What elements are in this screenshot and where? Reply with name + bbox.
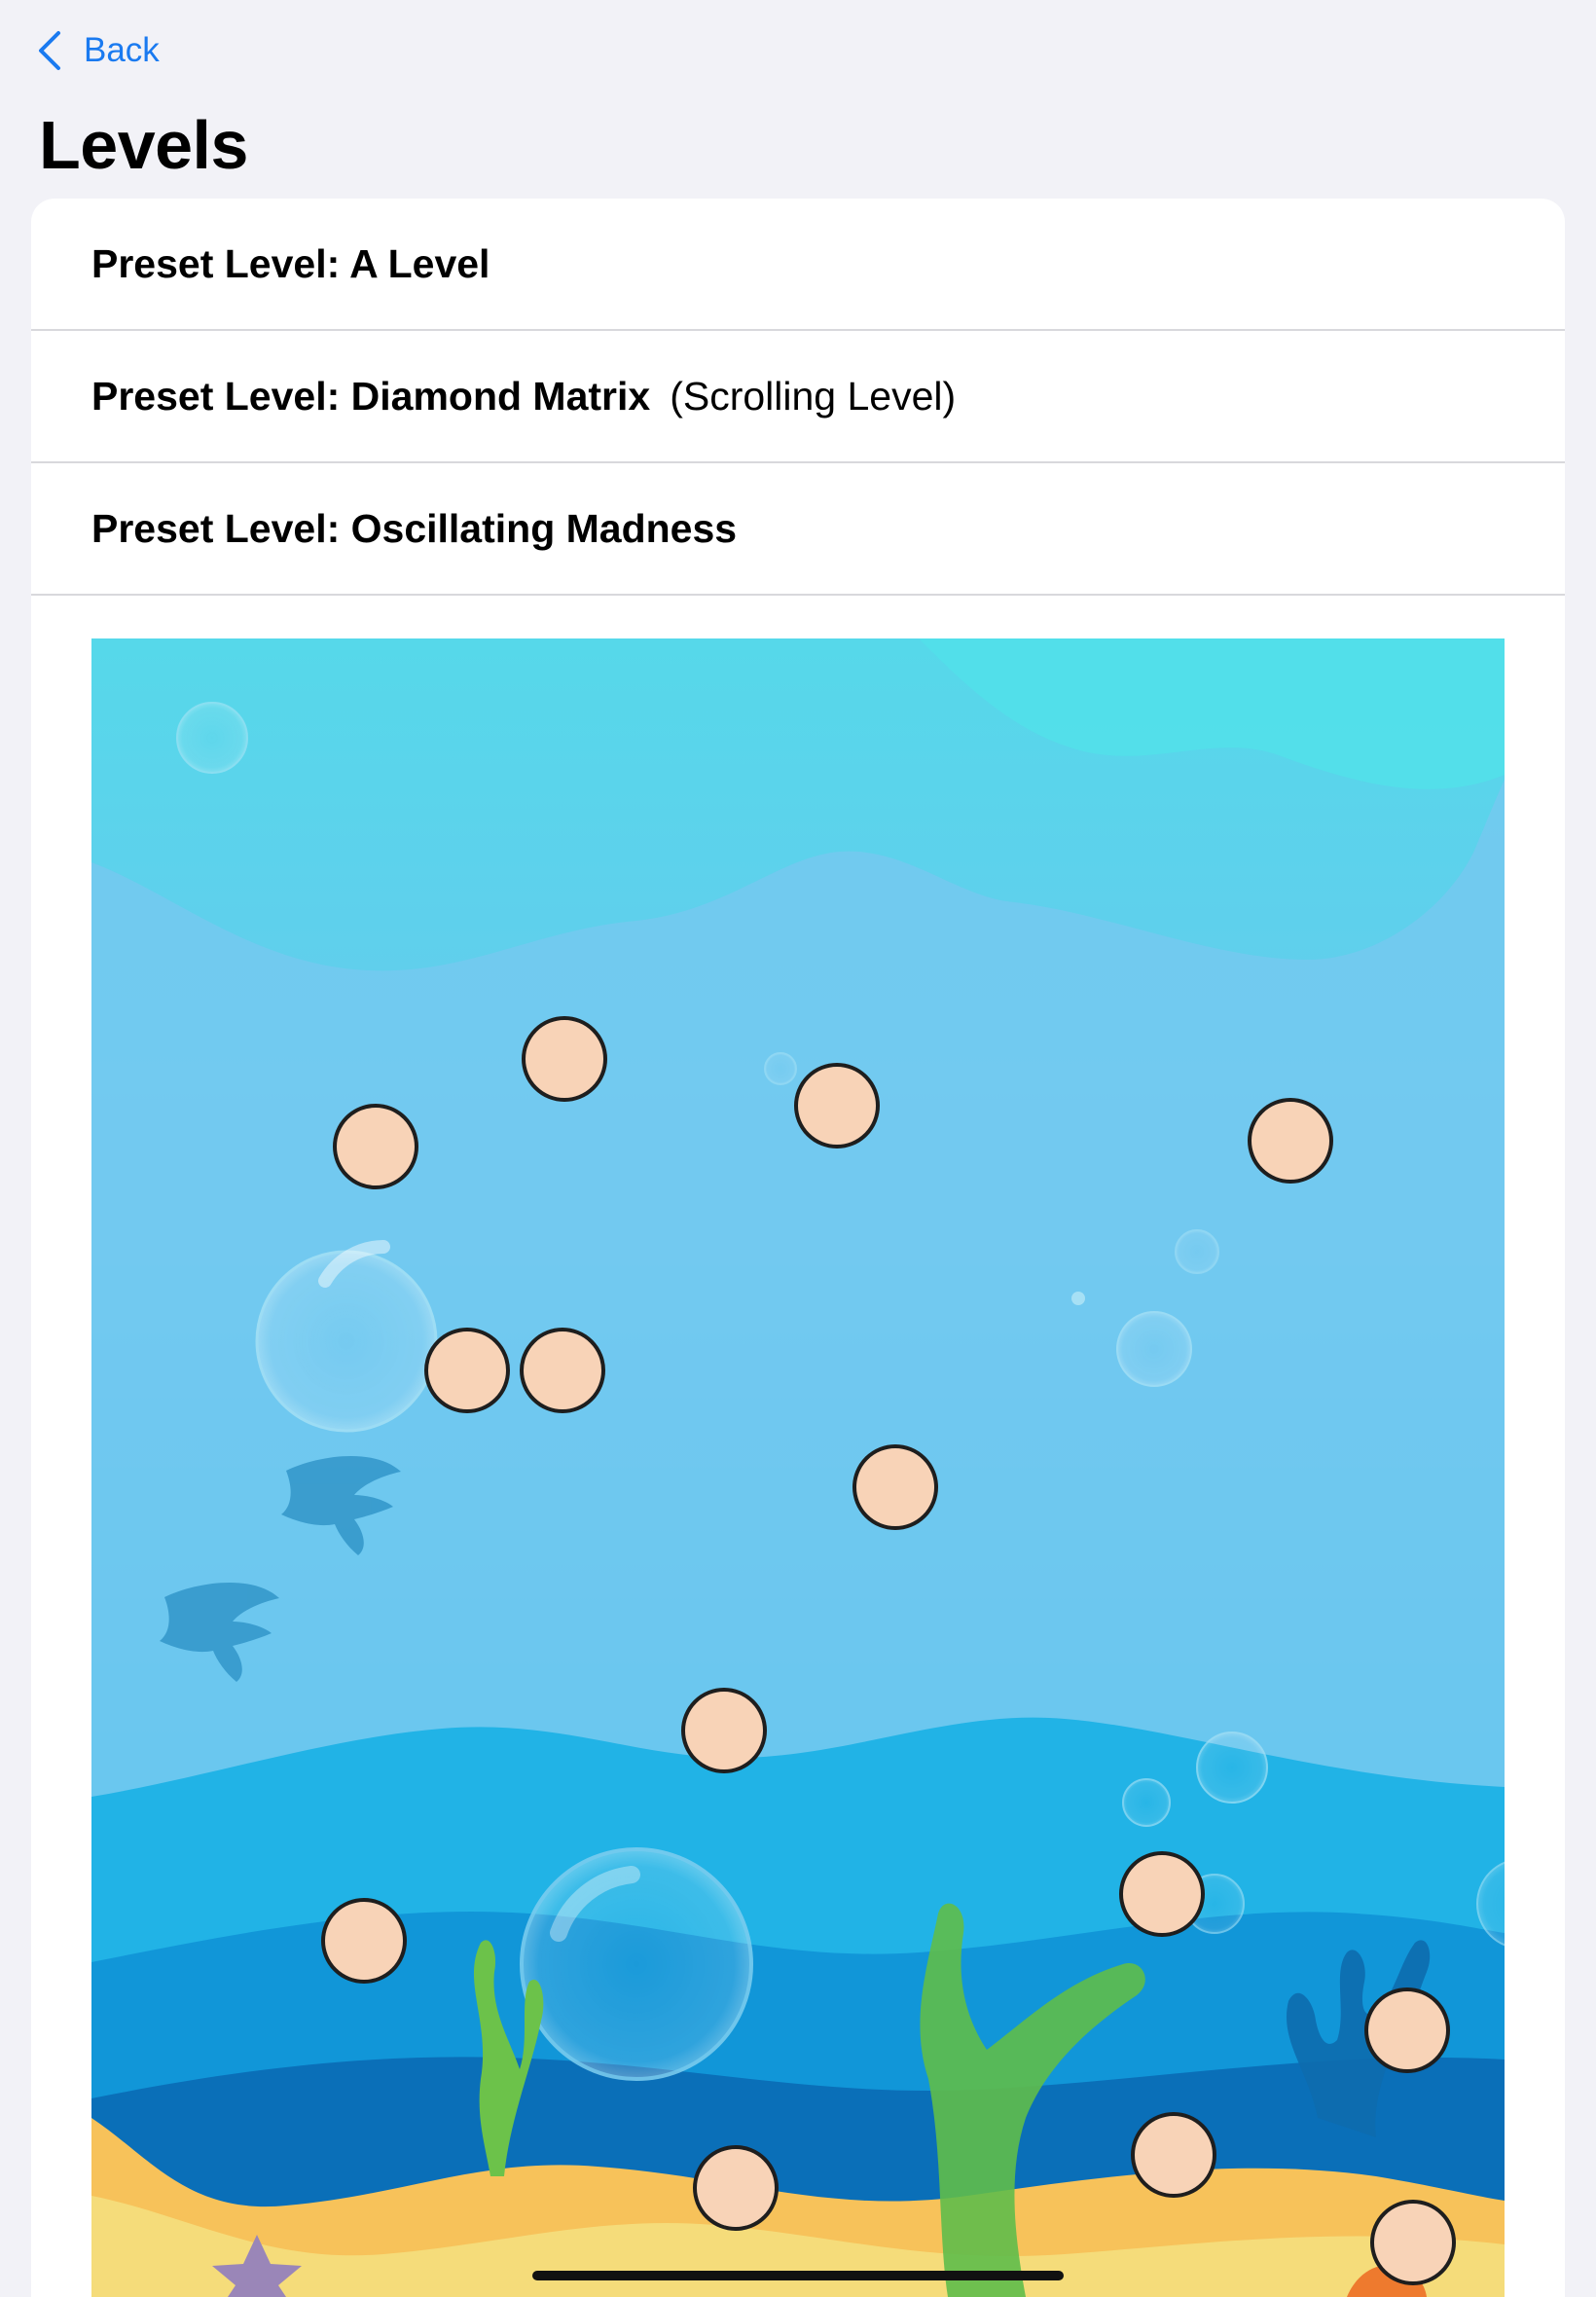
level-preview[interactable] (91, 638, 1505, 2297)
peg (794, 1063, 880, 1148)
level-row-oscillating-madness[interactable]: Preset Level: Oscillating Madness (31, 463, 1565, 596)
peg (1131, 2112, 1216, 2198)
peg (681, 1688, 767, 1773)
level-title: Preset Level: Oscillating Madness (91, 505, 738, 551)
peg (1248, 1098, 1333, 1184)
underwater-background (91, 638, 1505, 2297)
levels-screen: Back Levels Preset Level: A Level Preset… (0, 0, 1596, 2297)
peg (424, 1328, 510, 1413)
peg (321, 1898, 407, 1984)
peg (693, 2145, 779, 2231)
home-indicator (532, 2271, 1064, 2280)
peg (522, 1016, 607, 1102)
chevron-left-icon (39, 31, 60, 70)
level-title: Preset Level: Diamond Matrix (91, 373, 651, 419)
back-label: Back (84, 31, 160, 69)
peg (1119, 1851, 1205, 1937)
peg (1370, 2200, 1456, 2285)
peg (1364, 1987, 1450, 2073)
page-title: Levels (39, 107, 248, 183)
level-row-diamond-matrix[interactable]: Preset Level: Diamond Matrix (Scrolling … (31, 331, 1565, 463)
level-title: Preset Level: A Level (91, 240, 490, 286)
peg (520, 1328, 605, 1413)
back-button[interactable]: Back (37, 23, 160, 78)
peg (852, 1444, 938, 1530)
level-row-a-level[interactable]: Preset Level: A Level (31, 199, 1565, 331)
level-subtitle: (Scrolling Level) (670, 373, 957, 419)
peg (333, 1104, 418, 1189)
